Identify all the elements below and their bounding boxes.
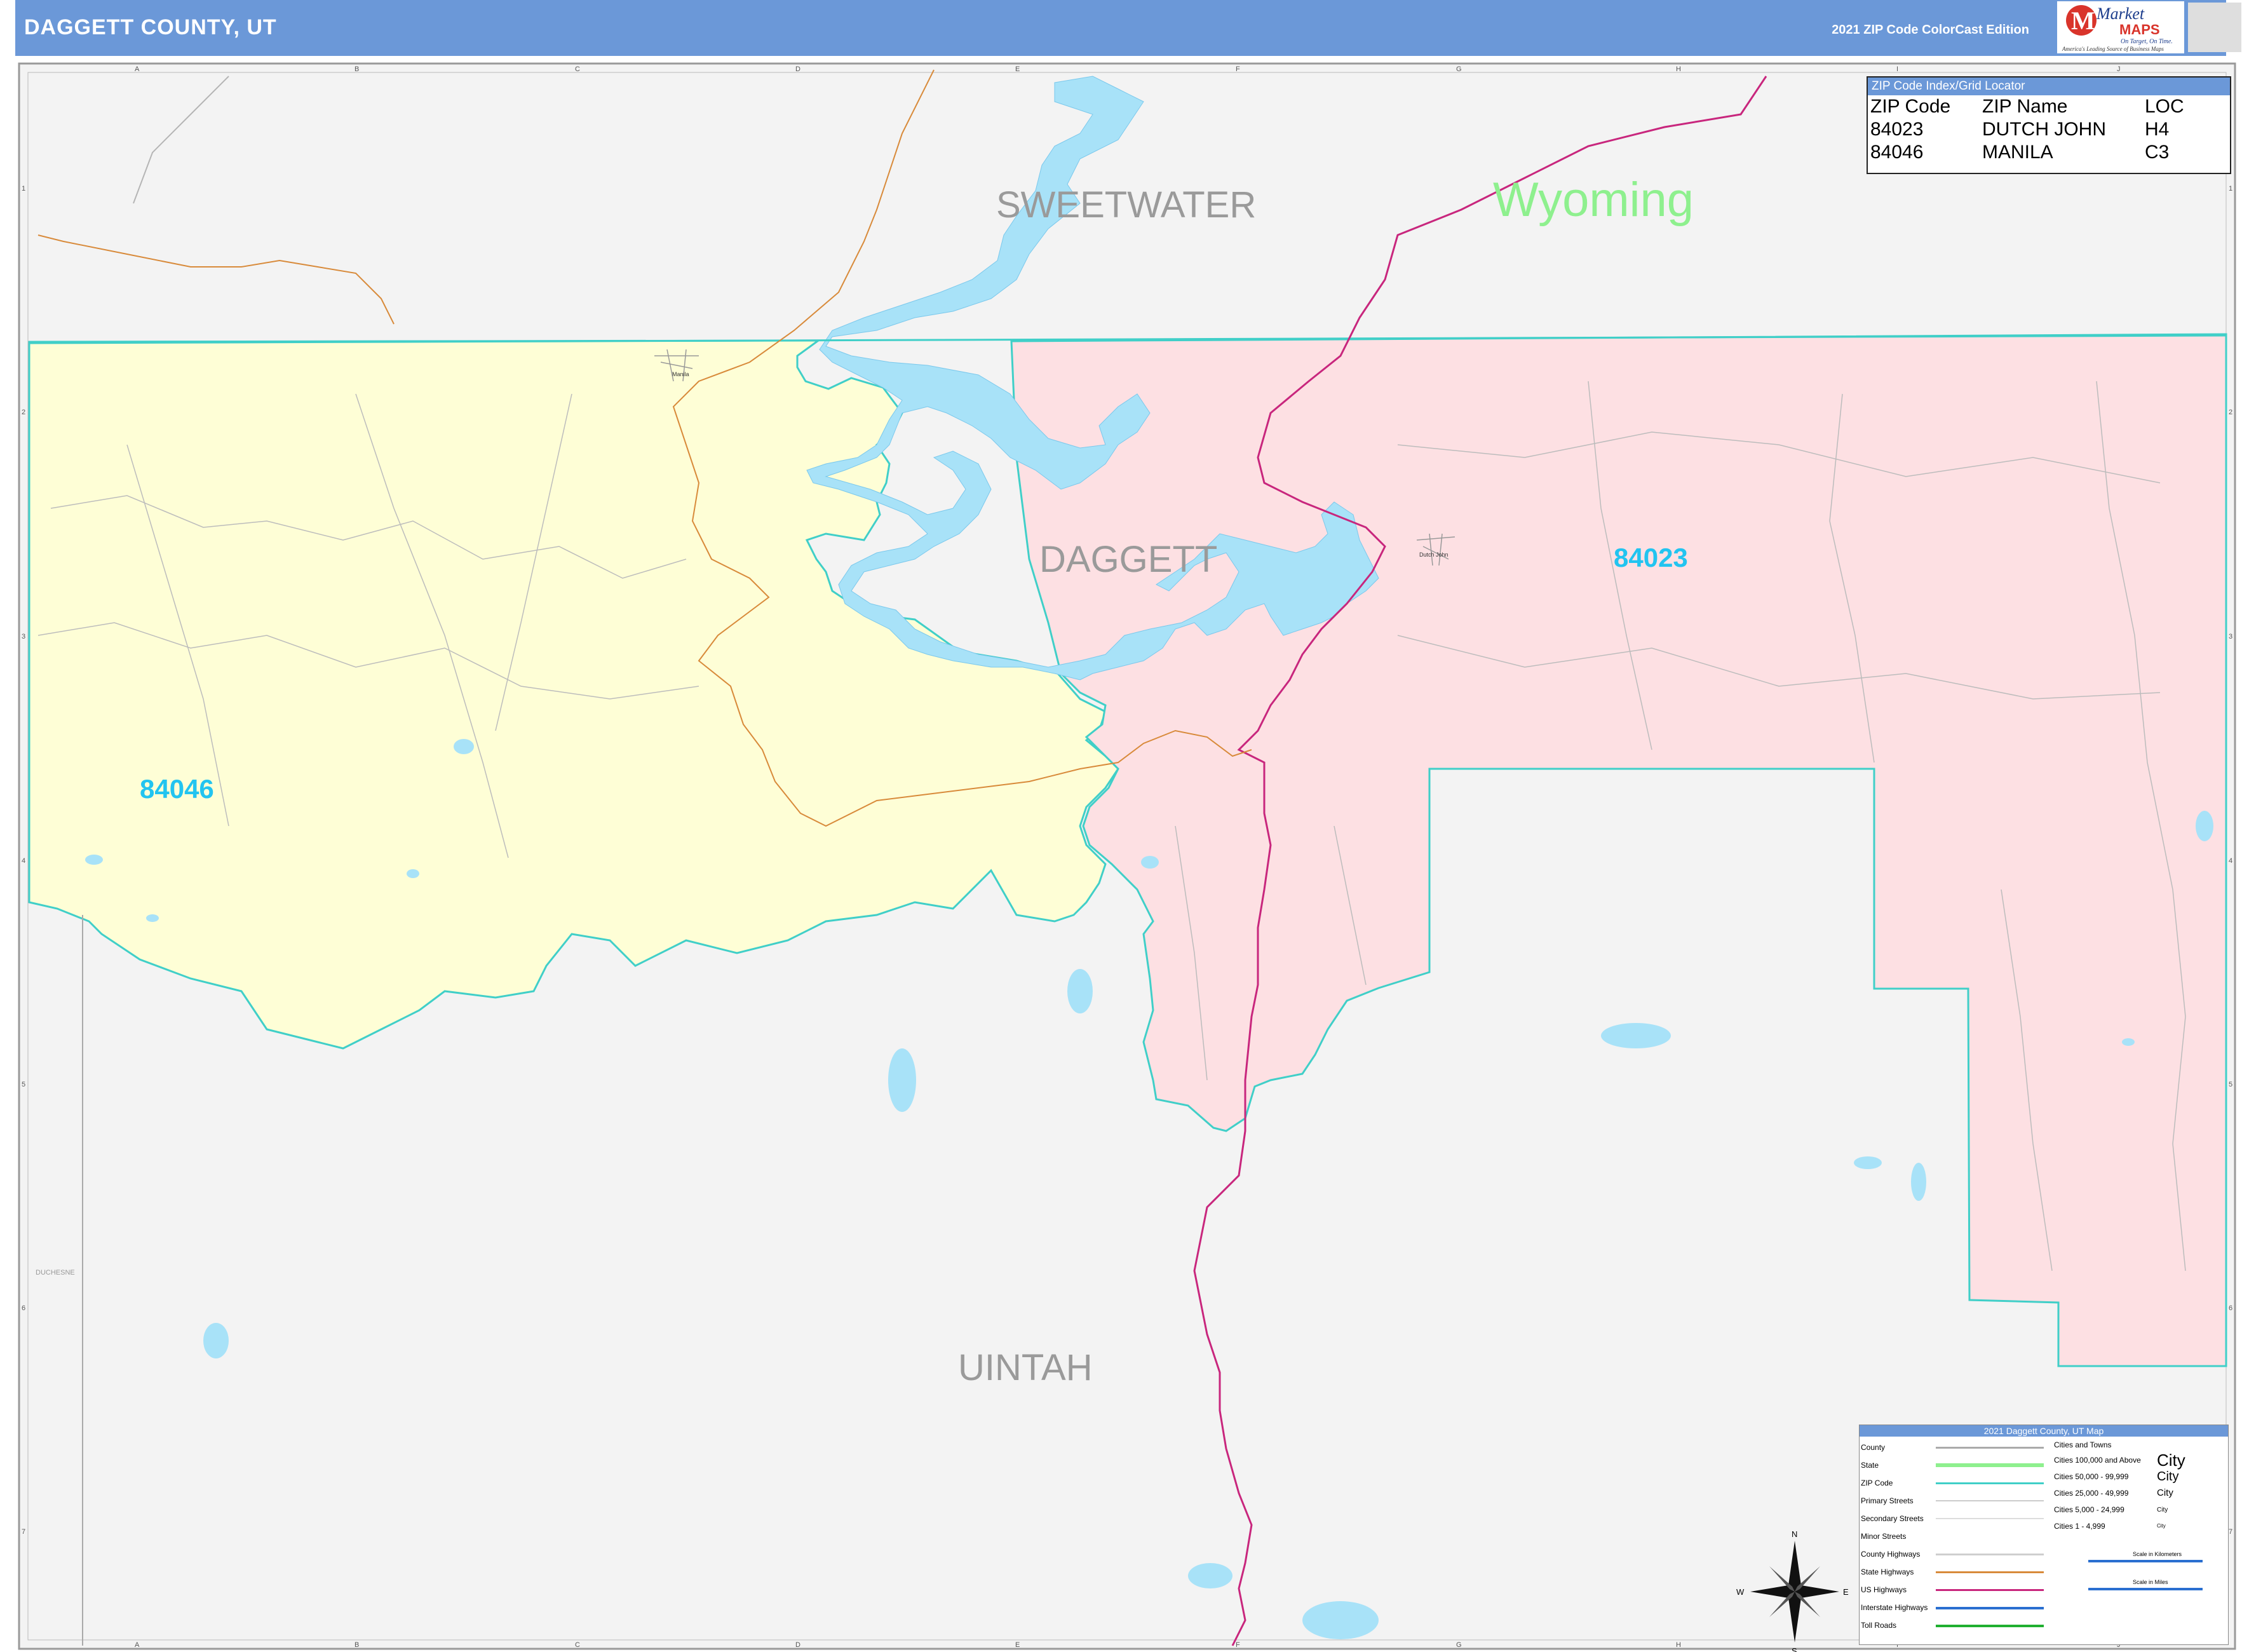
legend-state-hwy-line (1936, 1571, 2044, 1573)
grid-row-6-right: 6 (2229, 1304, 2232, 1312)
legend-secondary-label: Secondary Streets (1861, 1514, 1924, 1523)
grid-col-b: B (355, 65, 359, 73)
grid-col-c-bottom: C (575, 1641, 580, 1649)
state-label-wyoming: Wyoming (1493, 173, 1694, 227)
legend-cities-heading: Cities and Towns (2054, 1440, 2112, 1449)
legend-primary-label: Primary Streets (1861, 1496, 1914, 1505)
zip-index-header-row: ZIP Code ZIP Name LOC (1870, 95, 2188, 118)
zip-index-name: DUTCH JOHN (1982, 119, 2106, 140)
grid-col-e: E (1015, 65, 1020, 73)
zip-index-title: ZIP Code Index/Grid Locator (1868, 78, 2230, 95)
table-row[interactable]: 84046 MANILA C3 (1870, 141, 2188, 164)
legend-title: 2021 Daggett County, UT Map (1860, 1425, 2228, 1437)
legend-county-label: County (1861, 1443, 1886, 1452)
grid-col-g: G (1456, 65, 1462, 73)
zip-index-zip: 84046 (1870, 142, 1924, 163)
legend-secondary-line (1936, 1518, 2044, 1519)
legend-city-range: Cities 1 - 4,999 (2054, 1522, 2105, 1531)
zip-index-header-zip: ZIP Code (1870, 96, 1951, 117)
legend-scale-km-label: Scale in Kilometers (2133, 1551, 2182, 1557)
legend-county-line (1936, 1447, 2044, 1449)
grid-col-e-bottom: E (1015, 1641, 1020, 1649)
legend-scale-km-bar (2088, 1560, 2203, 1562)
legend-city-range: Cities 25,000 - 49,999 (2054, 1489, 2129, 1498)
legend-state-hwy-label: State Highways (1861, 1567, 1914, 1576)
legend-city-sample: City (2157, 1487, 2173, 1498)
zip-index-loc: C3 (2145, 142, 2170, 163)
legend-zip-label: ZIP Code (1861, 1479, 1893, 1487)
legend-state-line (1936, 1463, 2044, 1467)
legend-us-hwy-label: US Highways (1861, 1585, 1907, 1594)
county-label-uintah: UINTAH (958, 1347, 1093, 1388)
zip-index-loc: H4 (2145, 119, 2170, 140)
grid-row-3-right: 3 (2229, 633, 2232, 640)
zip-code-index: ZIP Code Index/Grid Locator ZIP Code ZIP… (1867, 76, 2231, 174)
county-label-daggett: DAGGETT (1039, 539, 1217, 580)
zip-index-header-loc: LOC (2145, 96, 2184, 117)
legend-city-sample: City (2157, 1470, 2179, 1484)
legend-zip-line (1936, 1482, 2044, 1484)
grid-row-4: 4 (22, 857, 25, 865)
grid-col-j: J (2117, 65, 2121, 73)
county-label-duchesne: DUCHESNE (36, 1269, 75, 1276)
grid-row-7-right: 7 (2229, 1528, 2232, 1536)
grid-col-a: A (135, 65, 140, 73)
zip-index-zip: 84023 (1870, 119, 1924, 140)
grid-col-h: H (1676, 65, 1681, 73)
legend-toll-line (1936, 1625, 2044, 1627)
grid-col-d-bottom: D (795, 1641, 800, 1649)
grid-row-6: 6 (22, 1304, 25, 1312)
legend-primary-line (1936, 1500, 2044, 1501)
city-label-manila: Manila (672, 371, 689, 377)
legend-interstate-line (1936, 1607, 2044, 1609)
grid-row-5-right: 5 (2229, 1081, 2232, 1088)
legend-state-label: State (1861, 1461, 1879, 1470)
grid-row-2-right: 2 (2229, 409, 2232, 416)
grid-col-c: C (575, 65, 580, 73)
legend-minor-label: Minor Streets (1861, 1532, 1907, 1541)
grid-row-1: 1 (22, 185, 25, 193)
legend-city-range: Cities 5,000 - 24,999 (2054, 1505, 2124, 1514)
legend-city-sample: City (2157, 1523, 2166, 1529)
city-label-dutch-john: Dutch John (1419, 552, 1449, 558)
grid-row-1-right: 1 (2229, 185, 2232, 193)
grid-col-f-bottom: F (1236, 1641, 1240, 1649)
grid-col-d: D (795, 65, 800, 73)
legend-us-hwy-line (1936, 1589, 2044, 1591)
grid-col-g-bottom: G (1456, 1641, 1462, 1649)
compass-s: S (1792, 1646, 1797, 1652)
grid-row-4-right: 4 (2229, 857, 2232, 865)
legend-county-hwy-label: County Highways (1861, 1550, 1921, 1559)
legend-city-range: Cities 50,000 - 99,999 (2054, 1472, 2129, 1481)
grid-row-2: 2 (22, 409, 25, 416)
zip-index-name: MANILA (1982, 142, 2053, 163)
grid-col-f: F (1236, 65, 1240, 73)
zip-label-84046[interactable]: 84046 (140, 774, 214, 804)
legend-county-hwy-line (1936, 1554, 2044, 1555)
zip-index-header-name: ZIP Name (1982, 96, 2068, 117)
legend-scale-mi-bar (2088, 1588, 2203, 1590)
legend-city-range: Cities 100,000 and Above (2054, 1456, 2141, 1465)
grid-col-a-bottom: A (135, 1641, 140, 1649)
zip-label-84023[interactable]: 84023 (1614, 543, 1688, 572)
grid-col-h-bottom: H (1676, 1641, 1681, 1649)
compass-e: E (1843, 1587, 1849, 1597)
legend-scale-mi-label: Scale in Miles (2133, 1579, 2168, 1585)
legend-city-sample: City (2157, 1451, 2185, 1470)
grid-row-5: 5 (22, 1081, 25, 1088)
county-map: Manila Dutch John Wyoming SWEETWATER DAG… (18, 62, 2236, 1652)
grid-row-3: 3 (22, 633, 25, 640)
grid-row-7: 7 (22, 1528, 25, 1536)
grid-col-b-bottom: B (355, 1641, 359, 1649)
compass-w: W (1736, 1587, 1745, 1597)
county-label-sweetwater: SWEETWATER (996, 184, 1256, 226)
legend-city-sample: City (2157, 1506, 2168, 1513)
legend-interstate-label: Interstate Highways (1861, 1603, 1928, 1612)
compass-n: N (1792, 1529, 1797, 1539)
table-row[interactable]: 84023 DUTCH JOHN H4 (1870, 118, 2188, 141)
zip-index-table: ZIP Code ZIP Name LOC 84023 DUTCH JOHN H… (1870, 95, 2188, 164)
map-legend: 2021 Daggett County, UT Map County State… (1859, 1425, 2229, 1645)
legend-toll-label: Toll Roads (1861, 1621, 1897, 1630)
grid-col-i: I (1896, 65, 1898, 73)
